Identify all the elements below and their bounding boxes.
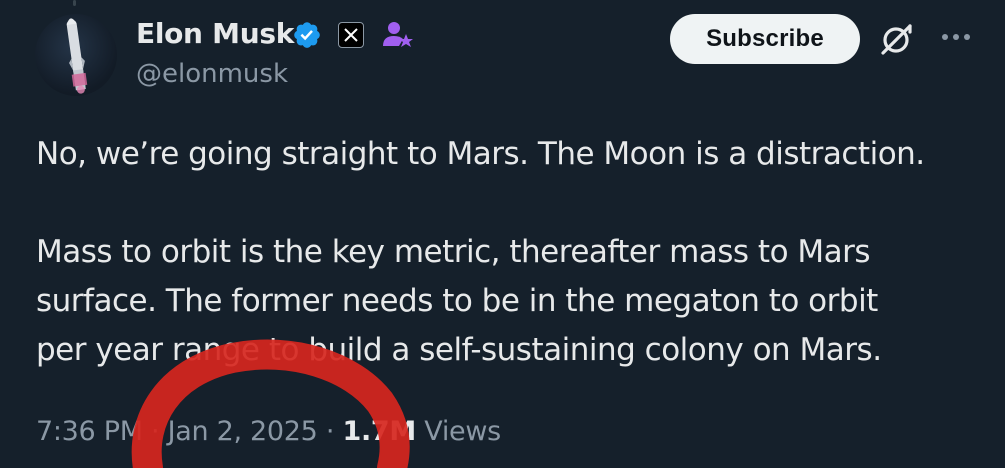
meta-separator: · <box>325 416 335 447</box>
views-count[interactable]: 1.7M <box>342 416 416 447</box>
author-display-name[interactable]: Elon Musk <box>136 14 294 54</box>
tweet-date[interactable]: Jan 2, 2025 <box>168 416 318 447</box>
tweet-text: No, we’re going straight to Mars. The Mo… <box>36 130 991 375</box>
views-label[interactable]: Views <box>424 416 501 447</box>
subscribe-button[interactable]: Subscribe <box>670 14 860 64</box>
thread-connector <box>73 0 76 6</box>
tweet-line: Mass to orbit is the key metric, thereaf… <box>36 234 871 270</box>
affiliate-icon[interactable] <box>380 18 414 52</box>
meta-separator: · <box>151 416 160 447</box>
tweet-time[interactable]: 7:36 PM <box>36 416 143 447</box>
grok-icon[interactable] <box>876 20 916 60</box>
tweet-card: Elon Musk @elonmusk Subscribe No, we’re … <box>0 0 1005 468</box>
avatar[interactable] <box>35 14 117 96</box>
more-icon[interactable] <box>940 30 972 44</box>
tweet-line: per year range to build a self-sustainin… <box>36 332 882 368</box>
tweet-meta: 7:36 PM · Jan 2, 2025 · 1.7M Views <box>36 412 501 452</box>
author-handle[interactable]: @elonmusk <box>136 56 288 92</box>
tweet-line: surface. The former needs to be in the m… <box>36 283 878 319</box>
verified-icon[interactable] <box>292 20 322 50</box>
tweet-line: No, we’re going straight to Mars. The Mo… <box>36 136 925 172</box>
x-logo-icon[interactable] <box>338 22 364 48</box>
